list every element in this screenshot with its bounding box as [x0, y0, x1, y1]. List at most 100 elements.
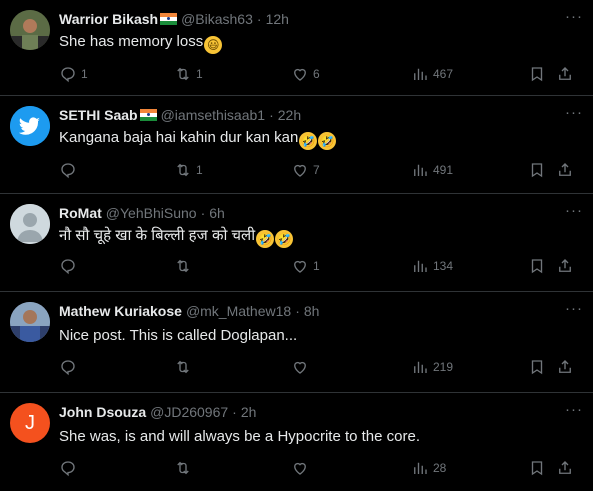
- bookmark-button[interactable]: [528, 65, 546, 83]
- retweet-count: 1: [196, 67, 203, 81]
- heart-icon: [294, 462, 306, 475]
- like-button[interactable]: 7: [291, 161, 320, 179]
- bookmark-button[interactable]: [528, 459, 546, 477]
- like-button[interactable]: 6: [291, 65, 320, 83]
- tweet-actions: 1 1 6 467: [59, 64, 583, 84]
- india-flag-icon: [139, 109, 157, 121]
- rolling-laughing-emoji: 🤣: [275, 230, 294, 248]
- tweet[interactable]: SETHI Saab @iamsethisaab1 · 22h ··· Kang…: [0, 96, 593, 194]
- tweet-text: नौ सौ चूहे खा के बिल्ली हज को चली: [59, 227, 256, 244]
- share-button[interactable]: [556, 161, 574, 179]
- heart-icon: [294, 164, 306, 177]
- share-button[interactable]: [556, 459, 574, 477]
- retweet-count: 1: [196, 163, 203, 177]
- bookmark-button[interactable]: [528, 358, 546, 376]
- more-options-icon[interactable]: ···: [565, 9, 583, 24]
- views-button[interactable]: 491: [411, 161, 453, 179]
- like-count: 7: [313, 163, 320, 177]
- like-button[interactable]: [291, 459, 313, 477]
- heart-icon: [294, 68, 306, 81]
- bookmark-icon: [531, 67, 543, 82]
- display-name[interactable]: Warrior Bikash: [59, 11, 158, 27]
- share-button[interactable]: [556, 358, 574, 376]
- separator-dot: ·: [256, 11, 262, 27]
- views-button[interactable]: 28: [411, 459, 446, 477]
- avatar[interactable]: [10, 106, 50, 146]
- timestamp[interactable]: 8h: [304, 303, 320, 319]
- retweet-button[interactable]: 1: [174, 65, 203, 83]
- display-name[interactable]: RoMat: [59, 205, 102, 221]
- timestamp[interactable]: 12h: [266, 11, 289, 27]
- share-button[interactable]: [556, 65, 574, 83]
- reply-count: 1: [81, 67, 88, 81]
- handle[interactable]: @iamsethisaab1: [161, 107, 266, 123]
- more-options-icon[interactable]: ···: [565, 402, 583, 417]
- reply-button[interactable]: 1: [59, 65, 88, 83]
- bookmark-icon: [531, 360, 543, 375]
- tweet[interactable]: Mathew Kuriakose @mk_Mathew18 · 8h ··· N…: [0, 292, 593, 393]
- views-button[interactable]: 219: [411, 358, 453, 376]
- avatar-photo: [10, 302, 50, 342]
- display-name[interactable]: SETHI Saab: [59, 107, 138, 123]
- share-icon: [559, 461, 571, 474]
- avatar-photo: [10, 10, 50, 50]
- bookmark-button[interactable]: [528, 257, 546, 275]
- views-icon: [414, 164, 427, 176]
- retweet-icon: [177, 259, 189, 273]
- india-flag-icon: [160, 13, 178, 25]
- tweet-header: SETHI Saab @iamsethisaab1 · 22h ···: [59, 105, 583, 124]
- handle[interactable]: @mk_Mathew18: [186, 303, 291, 319]
- avatar[interactable]: J: [10, 403, 50, 443]
- handle[interactable]: @YehBhiSuno: [106, 205, 197, 221]
- display-name[interactable]: Mathew Kuriakose: [59, 303, 182, 319]
- like-button[interactable]: 1: [291, 257, 320, 275]
- bookmark-button[interactable]: [528, 161, 546, 179]
- handle[interactable]: @Bikash63: [181, 11, 253, 27]
- tweet[interactable]: RoMat @YehBhiSuno · 6h ··· नौ सौ चूहे खा…: [0, 194, 593, 292]
- tweet-text: Nice post. This is called Doglapan...: [59, 327, 298, 344]
- timestamp[interactable]: 2h: [241, 404, 257, 420]
- tweet-text: She was, is and will always be a Hypocri…: [59, 428, 421, 445]
- bookmark-icon: [531, 259, 543, 274]
- share-button[interactable]: [556, 257, 574, 275]
- tweet[interactable]: Warrior Bikash @Bikash63 · 12h ··· She h…: [0, 0, 593, 96]
- grinning-face-emoji: 😃: [204, 36, 223, 54]
- reply-button[interactable]: [59, 358, 81, 376]
- share-icon: [559, 67, 571, 80]
- tweet[interactable]: J John Dsouza @JD260967 · 2h ··· She was…: [0, 393, 593, 491]
- handle[interactable]: @JD260967: [150, 404, 228, 420]
- reply-button[interactable]: [59, 257, 81, 275]
- avatar[interactable]: [10, 302, 50, 342]
- share-icon: [559, 360, 571, 373]
- display-name[interactable]: John Dsouza: [59, 404, 146, 420]
- retweet-button[interactable]: [174, 459, 196, 477]
- view-count: 28: [433, 461, 447, 475]
- avatar[interactable]: [10, 204, 50, 244]
- reply-feed: Warrior Bikash @Bikash63 · 12h ··· She h…: [0, 0, 593, 491]
- views-icon: [414, 260, 427, 272]
- retweet-button[interactable]: [174, 257, 196, 275]
- view-count: 491: [433, 163, 454, 177]
- more-options-icon[interactable]: ···: [565, 203, 583, 218]
- tweet-text: Kangana baja hai kahin dur kan kan: [59, 129, 299, 146]
- timestamp[interactable]: 6h: [209, 205, 225, 221]
- retweet-icon: [177, 360, 189, 374]
- views-button[interactable]: 467: [411, 65, 453, 83]
- like-button[interactable]: [291, 358, 313, 376]
- more-options-icon[interactable]: ···: [565, 301, 583, 316]
- tweet-actions: 28: [59, 458, 583, 478]
- reply-icon: [61, 259, 75, 275]
- reply-button[interactable]: [59, 161, 81, 179]
- avatar[interactable]: [10, 10, 50, 50]
- separator-dot: ·: [269, 107, 274, 123]
- like-count: 6: [313, 67, 320, 81]
- retweet-button[interactable]: 1: [174, 161, 203, 179]
- more-options-icon[interactable]: ···: [565, 105, 583, 120]
- reply-button[interactable]: [59, 459, 81, 477]
- timestamp[interactable]: 22h: [278, 107, 301, 123]
- views-icon: [414, 462, 427, 474]
- views-button[interactable]: 134: [411, 257, 453, 275]
- like-count: 1: [313, 259, 320, 273]
- retweet-button[interactable]: [174, 358, 196, 376]
- tweet-text-wrap: She has memory loss 😃: [59, 32, 573, 54]
